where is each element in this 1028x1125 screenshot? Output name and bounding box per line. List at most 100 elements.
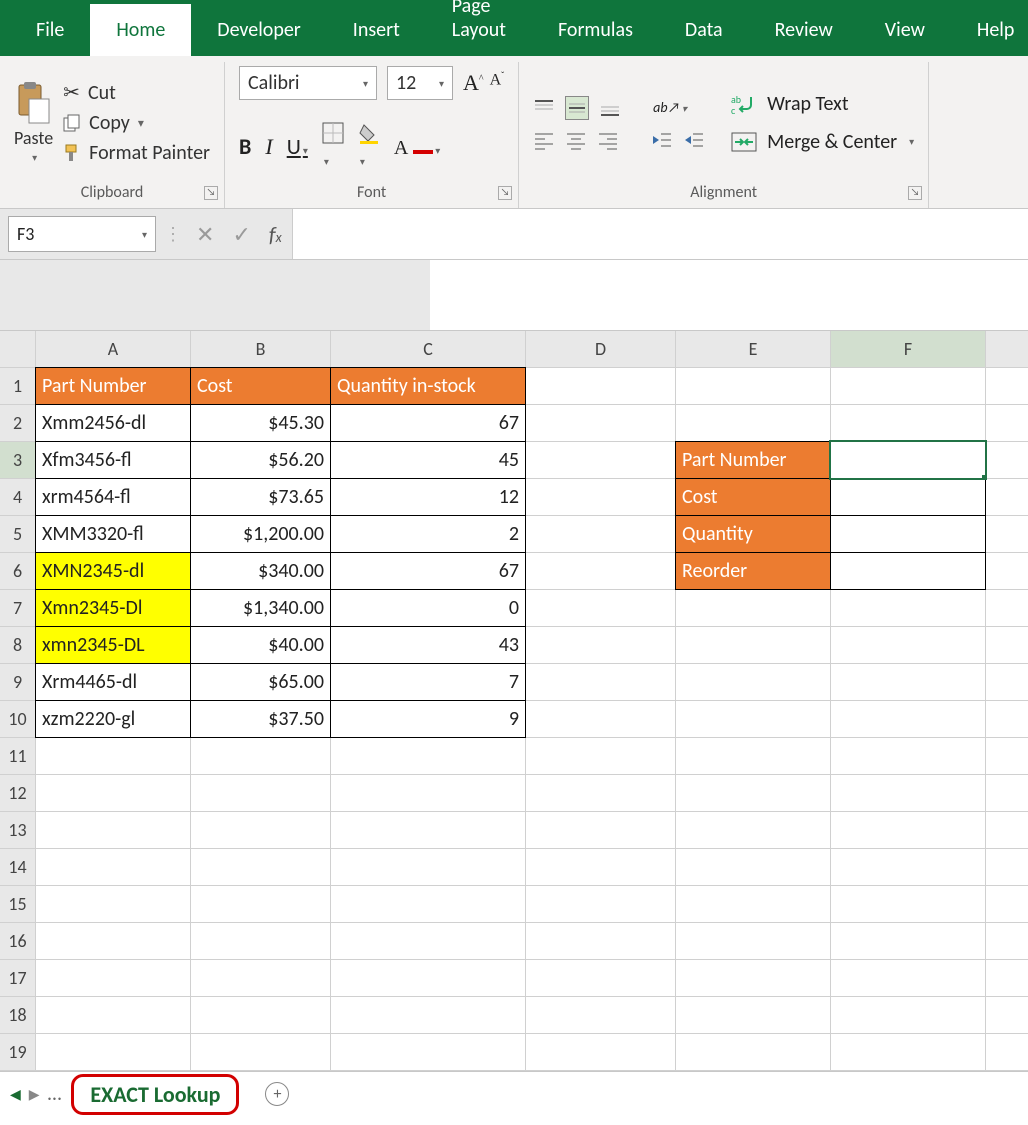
cell-C4[interactable]: 12 (330, 478, 526, 516)
row-header-8[interactable]: 8 (0, 627, 36, 664)
cell-A11[interactable] (36, 738, 191, 775)
tab-developer[interactable]: Developer (191, 4, 327, 56)
cell-E19[interactable] (676, 1034, 831, 1071)
cell-D1[interactable] (526, 368, 676, 405)
paste-button[interactable]: Paste ▾ (14, 81, 53, 164)
orientation-button[interactable]: ab↗▾ (653, 99, 687, 116)
cell-F11[interactable] (831, 738, 986, 775)
cell-B9[interactable]: $65.00 (190, 663, 331, 701)
cell-G11[interactable] (986, 738, 1028, 775)
row-header-9[interactable]: 9 (0, 664, 36, 701)
cell-B12[interactable] (191, 775, 331, 812)
row-header-11[interactable]: 11 (0, 738, 36, 775)
tab-home[interactable]: Home (90, 4, 191, 56)
cell-E12[interactable] (676, 775, 831, 812)
wrap-text-button[interactable]: abc Wrap Text (731, 92, 914, 116)
cell-C16[interactable] (331, 923, 526, 960)
cell-A12[interactable] (36, 775, 191, 812)
cell-F18[interactable] (831, 997, 986, 1034)
sheet-tab-active[interactable]: EXACT Lookup (71, 1074, 239, 1115)
cell-B11[interactable] (191, 738, 331, 775)
col-header-E[interactable]: E (676, 331, 831, 368)
align-middle-button[interactable] (565, 96, 589, 120)
cell-E14[interactable] (676, 849, 831, 886)
cell-G10[interactable] (986, 701, 1028, 738)
cell-B18[interactable] (191, 997, 331, 1034)
cell-B7[interactable]: $1,340.00 (190, 589, 331, 627)
cell-D7[interactable] (526, 590, 676, 627)
cell-G1[interactable] (986, 368, 1028, 405)
name-box[interactable]: F3 ▾ (8, 216, 156, 252)
col-header-C[interactable]: C (331, 331, 526, 368)
sheet-nav-next[interactable]: ▶ (29, 1086, 40, 1103)
tab-file[interactable]: File (10, 4, 90, 56)
cell-C8[interactable]: 43 (330, 626, 526, 664)
cell-C19[interactable] (331, 1034, 526, 1071)
cell-D19[interactable] (526, 1034, 676, 1071)
cell-B5[interactable]: $1,200.00 (190, 515, 331, 553)
cell-F15[interactable] (831, 886, 986, 923)
cell-E6[interactable]: Reorder (675, 552, 831, 590)
cut-button[interactable]: ✂ Cut (63, 80, 210, 105)
tab-page-layout[interactable]: Page Layout (426, 0, 532, 56)
cell-B4[interactable]: $73.65 (190, 478, 331, 516)
cell-D15[interactable] (526, 886, 676, 923)
font-name-select[interactable]: Calibri▾ (239, 66, 377, 100)
align-left-button[interactable] (533, 130, 555, 150)
cell-B15[interactable] (191, 886, 331, 923)
align-center-button[interactable] (565, 130, 587, 150)
cell-A10[interactable]: xzm2220-gl (35, 700, 191, 738)
italic-button[interactable]: I (265, 134, 272, 160)
cell-E11[interactable] (676, 738, 831, 775)
cancel-formula-icon[interactable]: ✕ (196, 221, 214, 248)
decrease-font-icon[interactable]: Aˇ (490, 70, 505, 96)
cell-B6[interactable]: $340.00 (190, 552, 331, 590)
dialog-launcher-icon[interactable]: ↘ (498, 186, 512, 200)
cell-G17[interactable] (986, 960, 1028, 997)
cell-D17[interactable] (526, 960, 676, 997)
cell-D6[interactable] (526, 553, 676, 590)
cell-E15[interactable] (676, 886, 831, 923)
col-header-g[interactable] (986, 331, 1028, 368)
cell-D11[interactable] (526, 738, 676, 775)
row-header-17[interactable]: 17 (0, 960, 36, 997)
cell-G4[interactable] (986, 479, 1028, 516)
worksheet-grid[interactable]: ABCDEF1Part NumberCostQuantity in-stock2… (0, 331, 1028, 1071)
cell-B3[interactable]: $56.20 (190, 441, 331, 479)
cell-G16[interactable] (986, 923, 1028, 960)
cell-F8[interactable] (831, 627, 986, 664)
cell-A14[interactable] (36, 849, 191, 886)
row-header-13[interactable]: 13 (0, 812, 36, 849)
cell-D9[interactable] (526, 664, 676, 701)
cell-C14[interactable] (331, 849, 526, 886)
cell-G5[interactable] (986, 516, 1028, 553)
cell-G7[interactable] (986, 590, 1028, 627)
fill-color-button[interactable]: ▾ (358, 122, 380, 171)
cell-G2[interactable] (986, 405, 1028, 442)
cell-E3[interactable]: Part Number (675, 441, 831, 479)
cell-D12[interactable] (526, 775, 676, 812)
cell-D8[interactable] (526, 627, 676, 664)
cell-B14[interactable] (191, 849, 331, 886)
cell-C13[interactable] (331, 812, 526, 849)
cell-D2[interactable] (526, 405, 676, 442)
col-header-D[interactable]: D (526, 331, 676, 368)
cell-C5[interactable]: 2 (330, 515, 526, 553)
cell-F6[interactable] (830, 552, 986, 590)
row-header-4[interactable]: 4 (0, 479, 36, 516)
cell-C18[interactable] (331, 997, 526, 1034)
row-header-12[interactable]: 12 (0, 775, 36, 812)
cell-B8[interactable]: $40.00 (190, 626, 331, 664)
row-header-5[interactable]: 5 (0, 516, 36, 553)
align-bottom-button[interactable] (599, 97, 621, 119)
cell-F3[interactable] (830, 441, 986, 479)
cell-B17[interactable] (191, 960, 331, 997)
cell-D4[interactable] (526, 479, 676, 516)
sheet-nav-more[interactable]: … (48, 1082, 64, 1106)
cell-G3[interactable] (986, 442, 1028, 479)
row-header-15[interactable]: 15 (0, 886, 36, 923)
cell-G13[interactable] (986, 812, 1028, 849)
cell-E1[interactable] (676, 368, 831, 405)
new-sheet-button[interactable]: + (265, 1082, 289, 1106)
row-header-10[interactable]: 10 (0, 701, 36, 738)
